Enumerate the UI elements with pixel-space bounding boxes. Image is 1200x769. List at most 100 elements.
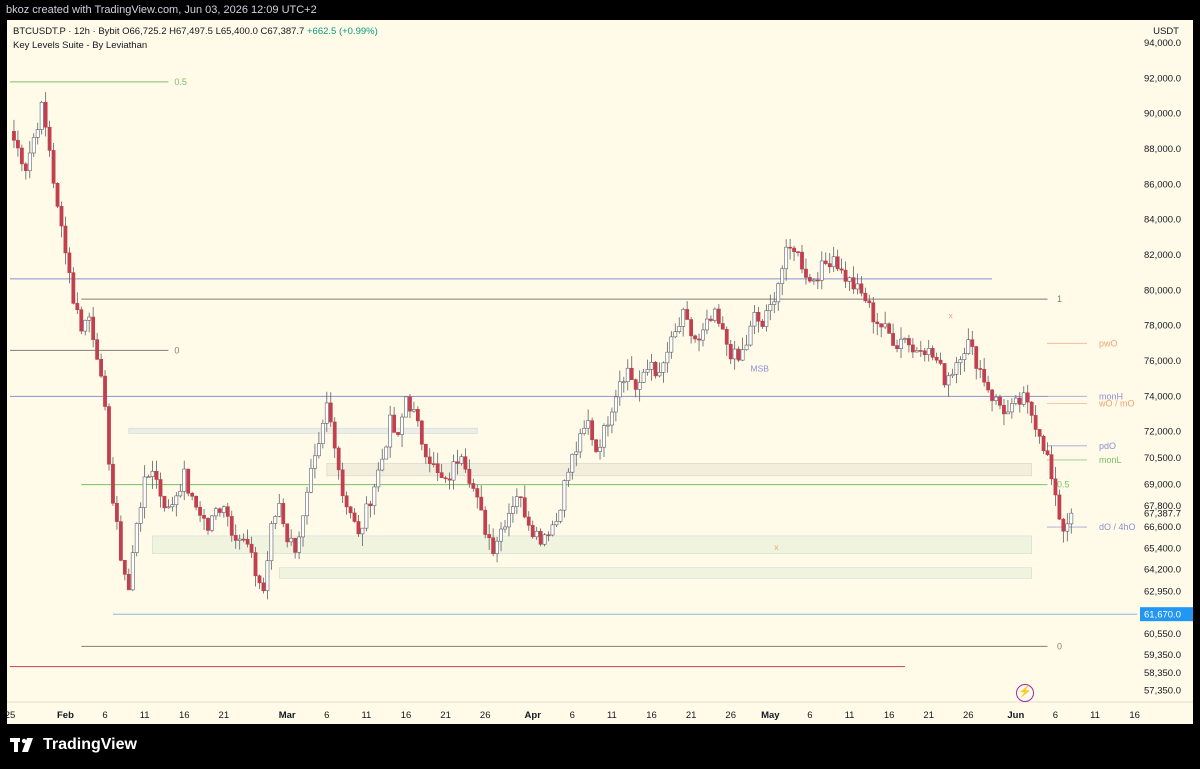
candle-body-32 [138, 507, 143, 524]
level-label-7: 0 [1057, 641, 1062, 651]
right-level-label-3: pdO [1099, 441, 1116, 451]
brand-name: TradingView [43, 736, 137, 753]
candle-body-35 [150, 470, 155, 478]
candle-body-61 [253, 552, 258, 577]
tradingview-logo-icon [10, 738, 33, 752]
candle-body-226 [907, 338, 911, 346]
candle-body-166 [669, 336, 674, 353]
candle-body-115 [467, 468, 472, 484]
candle-body-182 [732, 348, 737, 360]
candle-body-163 [657, 372, 662, 377]
candle-body-245 [982, 368, 987, 383]
candle-body-195 [784, 246, 789, 270]
candle-body-204 [819, 260, 824, 281]
candle-body-262 [1049, 454, 1054, 480]
price-tick-6: 82,000.0 [1144, 250, 1181, 261]
candle-body-249 [998, 396, 1002, 406]
candle-body-110 [447, 478, 452, 481]
candle-body-119 [483, 509, 488, 535]
candle-body-54 [225, 506, 230, 517]
candle-body-231 [926, 348, 931, 356]
candle-body-79 [324, 402, 329, 424]
candle-body-125 [507, 513, 511, 528]
candle-body-87 [356, 521, 361, 535]
candle-body-57 [237, 538, 242, 541]
candle-body-170 [685, 309, 690, 320]
price-tick-19: 60,550.0 [1144, 629, 1181, 640]
candle-body-24 [107, 406, 111, 465]
candle-body-151 [610, 411, 614, 426]
candle-body-43 [182, 468, 187, 492]
candle-body-161 [649, 361, 654, 370]
candle-body-21 [95, 339, 100, 360]
candle-body-60 [249, 543, 254, 553]
candle-body-135 [546, 534, 551, 537]
candle-body-93 [380, 458, 385, 471]
time-tick-3: 11 [140, 710, 150, 721]
candle-body-223 [895, 345, 899, 349]
candle-body-120 [487, 534, 492, 539]
candle-body-188 [756, 312, 761, 322]
price-chart[interactable]: 0.5100.50pwOmonHwO / mOpdOmonLdO / 4hOMS… [7, 20, 1193, 724]
time-tick-8: 11 [361, 710, 371, 721]
attribution-bar: bkoz created with TradingView.com, Jun 0… [0, 0, 1200, 20]
candle-body-209 [839, 268, 844, 271]
candle-body-169 [681, 309, 686, 327]
candle-body-34 [146, 476, 151, 479]
candle-body-192 [772, 301, 777, 305]
candle-body-26 [115, 502, 119, 522]
candle-body-1 [16, 139, 20, 149]
candle-body-137 [554, 521, 559, 526]
level-label-0: 0.5 [174, 77, 187, 87]
candle-body-196 [788, 246, 793, 249]
candle-body-51 [214, 508, 218, 517]
candle-body-217 [871, 302, 876, 323]
candle-body-211 [847, 277, 852, 282]
candle-body-97 [396, 432, 400, 435]
candle-body-260 [1041, 435, 1046, 452]
candle-body-108 [439, 472, 444, 479]
brand[interactable]: TradingView [10, 736, 137, 754]
candle-body-73 [301, 515, 305, 538]
lightning-icon[interactable]: ⚡ [1016, 684, 1034, 702]
candle-body-134 [542, 534, 547, 545]
candle-body-152 [613, 396, 618, 413]
candle-body-39 [166, 506, 171, 509]
price-unit: USDT [1153, 26, 1179, 37]
candle-body-171 [689, 319, 694, 337]
candle-body-142 [574, 451, 579, 455]
candle-body-63 [261, 582, 266, 592]
chart-panel[interactable]: 0.5 1 0 0.5 0 pwO monH wO / mO pdO monL dO / 4hO MS… [7, 20, 1193, 724]
candle-body-17 [79, 309, 84, 332]
candle-body-74 [305, 491, 309, 517]
candle-body-47 [198, 506, 202, 516]
time-tick-4: 16 [179, 710, 190, 721]
candle-body-173 [697, 338, 701, 341]
candle-body-28 [122, 559, 127, 575]
candle-body-103 [419, 420, 424, 445]
candle-body-40 [170, 504, 175, 508]
candle-body-144 [582, 427, 587, 434]
symbol-legend: BTCUSDT.P · 12h · Bybit O66,725.2 H67,49… [13, 26, 378, 37]
time-tick-9: 16 [401, 710, 412, 721]
candle-body-83 [340, 469, 345, 497]
candle-body-84 [344, 495, 349, 508]
candle-body-145 [586, 420, 591, 429]
candle-body-13 [63, 225, 68, 254]
candle-body-233 [934, 356, 939, 361]
candle-body-157 [633, 379, 638, 390]
candle-body-15 [71, 272, 76, 304]
right-level-label-0: pwO [1099, 338, 1118, 348]
candle-body-36 [154, 470, 159, 480]
candle-body-200 [804, 268, 808, 278]
candle-body-20 [91, 316, 96, 340]
candle-body-139 [562, 480, 567, 511]
candle-body-118 [479, 496, 484, 511]
time-tick-7: 6 [324, 710, 329, 721]
candle-body-186 [748, 325, 753, 346]
candle-body-133 [538, 530, 543, 545]
indicator-legend[interactable]: Key Levels Suite - By Leviathan [13, 40, 147, 51]
candle-body-239 [958, 359, 963, 364]
candle-body-90 [368, 503, 373, 507]
price-tick-21: 58,350.0 [1144, 668, 1181, 679]
